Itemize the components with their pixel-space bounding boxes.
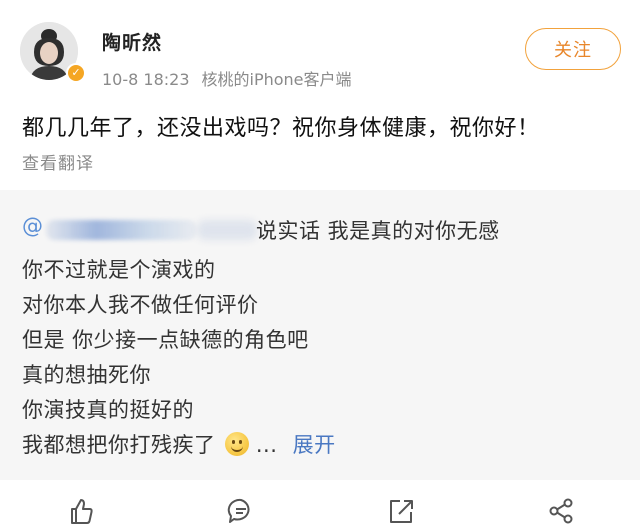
repost-line: 真的想抽死你 (22, 363, 151, 387)
repost-line: 但是 你少接一点缺德的角色吧 (22, 328, 309, 352)
post-text: 都几几年了，还没出戏吗？祝你身体健康，祝你好！ (22, 116, 540, 141)
action-bar (0, 492, 640, 525)
redacted-username (46, 220, 196, 240)
translate-link[interactable]: 查看翻译 (22, 149, 94, 174)
mention-at-symbol: @ (22, 214, 43, 238)
smile-emoji-icon (224, 432, 249, 456)
ellipsis: ... (255, 433, 278, 457)
repost-line: 对你本人我不做任何评价 (22, 293, 259, 317)
follow-button[interactable]: 关注 (525, 28, 621, 70)
share-icon[interactable] (546, 496, 576, 526)
username[interactable]: 陶昕然 (102, 28, 162, 55)
mention-redacted[interactable]: @ (22, 214, 262, 244)
repost-line: 你演技真的挺好的 (22, 398, 194, 422)
repost-line: 说实话 我是真的对你无感 (256, 219, 500, 243)
repost-line: 我都想把你打残疾了 (22, 433, 216, 457)
repost-line: 你不过就是个演戏的 (22, 258, 216, 282)
post-source: 核桃的iPhone客户端 (201, 70, 352, 89)
post-meta: 10-8 18:23 核桃的iPhone客户端 (102, 66, 364, 90)
post-date: 10-8 18:23 (102, 70, 190, 89)
redacted-username-tail (197, 220, 257, 240)
repost-last-line: 我都想把你打残疾了 ... 展开 (22, 429, 336, 459)
repost-icon[interactable] (386, 496, 416, 526)
verified-badge-icon: ✓ (66, 63, 86, 83)
expand-link[interactable]: 展开 (293, 433, 336, 457)
comment-icon[interactable] (226, 496, 256, 526)
thumbs-up-icon[interactable] (66, 496, 96, 526)
